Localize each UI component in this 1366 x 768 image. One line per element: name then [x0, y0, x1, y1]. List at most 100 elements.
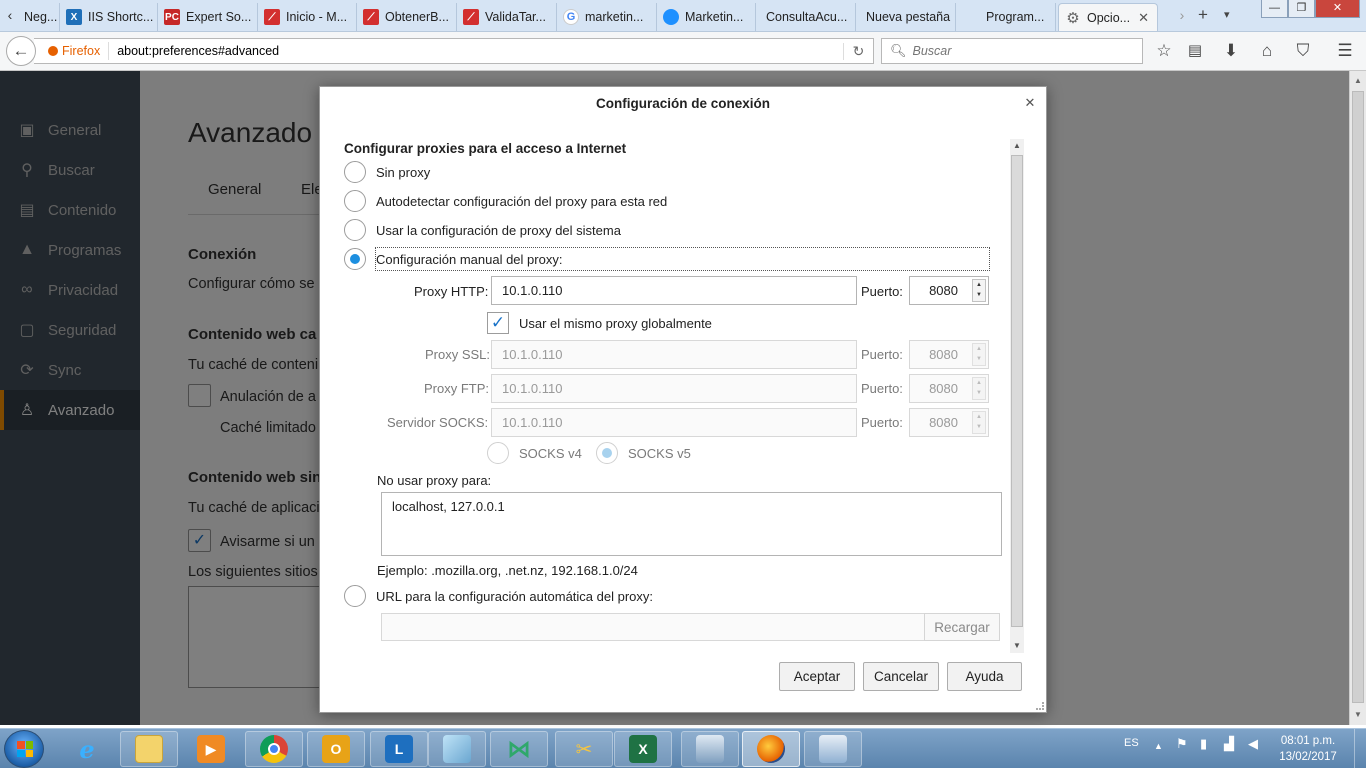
autodetect-radio[interactable] [344, 190, 366, 212]
bookmark-star-icon[interactable]: ☆ [1152, 41, 1176, 61]
tab-11[interactable]: Program... [956, 3, 1056, 31]
taskbar-tools[interactable]: ✂ [555, 731, 613, 767]
scroll-up-arrow-icon[interactable]: ▲ [1350, 73, 1366, 89]
volume-muted-icon[interactable]: ◀ [1248, 736, 1258, 752]
taskbar-ie[interactable]: e [58, 731, 116, 767]
close-tab-icon[interactable]: ✕ [1138, 10, 1149, 26]
url-text[interactable]: about:preferences#advanced [109, 44, 843, 58]
http-port-input[interactable]: 8080 ▲ ▼ [909, 276, 989, 305]
tab-1[interactable]: Neg... [18, 3, 60, 31]
tab-10[interactable]: Nueva pestaña [856, 3, 956, 31]
auto-config-url-input[interactable] [381, 613, 926, 641]
socks-v4-label[interactable]: SOCKS v4 [519, 446, 582, 461]
tab-8[interactable]: Marketin... [657, 3, 756, 31]
clock[interactable]: 08:01 p.m. 13/02/2017 [1268, 733, 1348, 765]
search-bar[interactable]: 🔍︎ [881, 38, 1143, 64]
spinner-arrows-icon[interactable]: ▲ ▼ [972, 377, 986, 400]
same-proxy-label[interactable]: Usar el mismo proxy globalmente [519, 316, 712, 331]
page-scrollbar-thumb[interactable] [1352, 91, 1364, 703]
home-icon[interactable]: ⌂ [1255, 41, 1279, 61]
no-proxy-for-textarea[interactable]: localhost, 127.0.0.1 [381, 492, 1002, 556]
tab-7[interactable]: G marketin... [557, 3, 657, 31]
help-button[interactable]: Ayuda [947, 662, 1022, 691]
same-proxy-checkbox[interactable]: ✓ [487, 312, 509, 334]
spinner-arrows-icon[interactable]: ▲ ▼ [972, 343, 986, 366]
spinner-arrows-icon[interactable]: ▲ ▼ [972, 279, 986, 302]
scroll-up-arrow-icon[interactable]: ▲ [1010, 139, 1024, 153]
url-bar[interactable]: Firefox about:preferences#advanced ↻ [34, 38, 874, 64]
tab-6[interactable]: ⟋ ValidaTar... [457, 3, 557, 31]
tab-3[interactable]: PC Expert So... [158, 3, 258, 31]
manual-proxy-label[interactable]: Configuración manual del proxy: [376, 252, 562, 267]
auto-config-url-radio[interactable] [344, 585, 366, 607]
taskbar-firefox[interactable] [742, 731, 800, 767]
downloads-icon[interactable]: ⬇ [1219, 41, 1243, 61]
restore-button[interactable]: ❐ [1288, 0, 1315, 18]
tab-scroll-left-button[interactable]: ‹ [0, 0, 20, 31]
ssl-proxy-input[interactable]: 10.1.0.110 [491, 340, 857, 369]
language-indicator[interactable]: ES [1124, 737, 1139, 749]
start-button[interactable] [4, 730, 44, 768]
http-proxy-input[interactable]: 10.1.0.110 [491, 276, 857, 305]
taskbar-chrome[interactable] [245, 731, 303, 767]
show-hidden-icons-icon[interactable]: ▲ [1154, 741, 1163, 751]
taskbar-explorer[interactable] [120, 731, 178, 767]
tab-5[interactable]: ⟋ ObtenerB... [357, 3, 457, 31]
action-center-icon[interactable]: ⚑ [1176, 736, 1188, 752]
reload-button[interactable]: Recargar [924, 613, 1000, 641]
scroll-down-arrow-icon[interactable]: ▼ [1010, 639, 1024, 653]
socks-v5-label[interactable]: SOCKS v5 [628, 446, 691, 461]
system-proxy-radio[interactable] [344, 219, 366, 241]
identity-box[interactable]: Firefox [34, 42, 110, 60]
tab-9[interactable]: ConsultaAcu... [756, 3, 856, 31]
tab-options-active[interactable]: ⚙ Opcio... ✕ [1058, 3, 1158, 31]
ssl-port-input[interactable]: 8080 ▲ ▼ [909, 340, 989, 369]
socks-v4-radio[interactable] [487, 442, 509, 464]
menu-icon[interactable]: ☰ [1333, 41, 1357, 61]
socks-port-input[interactable]: 8080 ▲ ▼ [909, 408, 989, 437]
taskbar-control-panel[interactable] [804, 731, 862, 767]
system-proxy-label[interactable]: Usar la configuración de proxy del siste… [376, 223, 621, 238]
dialog-scrollbar-thumb[interactable] [1011, 155, 1023, 627]
manual-proxy-radio[interactable] [344, 248, 366, 270]
minimize-button[interactable]: — [1261, 0, 1288, 18]
new-tab-button[interactable]: + [1198, 5, 1208, 25]
auto-config-url-label[interactable]: URL para la configuración automática del… [376, 589, 653, 604]
taskbar-app[interactable] [428, 731, 486, 767]
page-scrollbar[interactable]: ▲ ▼ [1349, 71, 1366, 725]
tab-4[interactable]: ⟋ Inicio - M... [258, 3, 357, 31]
ftp-port-input[interactable]: 8080 ▲ ▼ [909, 374, 989, 403]
pocket-icon[interactable]: ⛉ [1291, 41, 1315, 61]
resize-grip-icon[interactable] [1036, 702, 1044, 710]
no-proxy-radio[interactable] [344, 161, 366, 183]
taskbar-visual-studio[interactable]: ⋈ [490, 731, 548, 767]
google-icon: G [563, 9, 579, 25]
spinner-arrows-icon[interactable]: ▲ ▼ [972, 411, 986, 434]
show-desktop-button[interactable] [1354, 729, 1366, 768]
socks-v5-radio[interactable] [596, 442, 618, 464]
tab-2[interactable]: X IIS Shortc... [60, 3, 158, 31]
ftp-proxy-input[interactable]: 10.1.0.110 [491, 374, 857, 403]
taskbar-remote-desktop[interactable] [681, 731, 739, 767]
close-window-button[interactable]: ✕ [1315, 0, 1360, 18]
dialog-scrollbar[interactable]: ▲ ▼ [1010, 139, 1024, 653]
taskbar-media-player[interactable]: ▶ [182, 731, 240, 767]
taskbar-excel[interactable]: X [614, 731, 672, 767]
reload-icon[interactable]: ↻ [843, 42, 873, 60]
taskbar-outlook[interactable]: O [307, 731, 365, 767]
list-tabs-button[interactable]: ▾ [1224, 8, 1230, 21]
no-proxy-label[interactable]: Sin proxy [376, 165, 430, 180]
taskbar-lync[interactable]: L [370, 731, 428, 767]
ok-button[interactable]: Aceptar [779, 662, 855, 691]
cancel-button[interactable]: Cancelar [863, 662, 939, 691]
search-input[interactable] [912, 44, 1133, 58]
battery-icon[interactable]: ▮ [1200, 736, 1207, 752]
back-button[interactable]: ← [6, 36, 36, 66]
autodetect-label[interactable]: Autodetectar configuración del proxy par… [376, 194, 667, 209]
close-icon[interactable]: ✕ [1022, 95, 1038, 111]
network-icon[interactable]: ▟ [1224, 736, 1234, 752]
tab-scroll-right-button[interactable]: › [1172, 0, 1192, 31]
bookmarks-menu-icon[interactable]: ▤ [1183, 41, 1207, 59]
scroll-down-arrow-icon[interactable]: ▼ [1350, 707, 1366, 723]
socks-host-input[interactable]: 10.1.0.110 [491, 408, 857, 437]
